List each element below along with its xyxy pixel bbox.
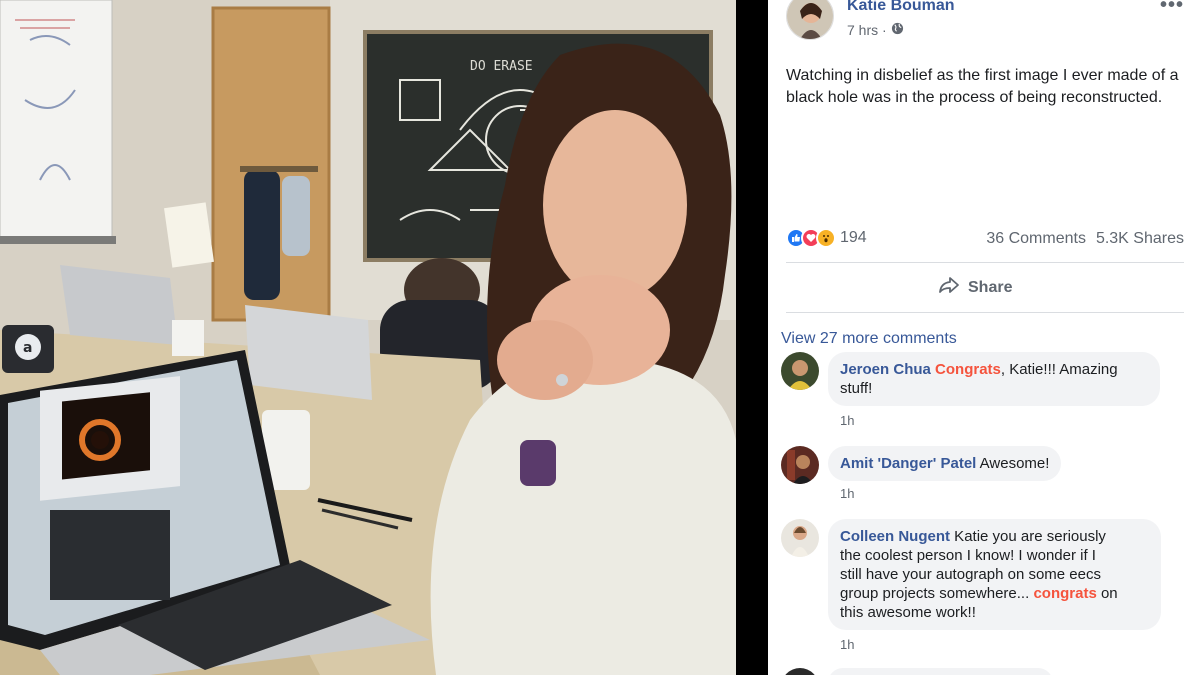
post-header: Katie Bouman 7 hrs · ••• (768, 0, 1200, 50)
shares-count[interactable]: 5.3K Shares (1096, 230, 1184, 248)
comment-text: , Katie!!! Amazing (1000, 361, 1118, 378)
commenter-avatar[interactable] (781, 668, 819, 675)
photo-illustration: DO ERASE R L a (0, 0, 736, 675)
share-label: Share (968, 278, 1013, 296)
laptop-sticker-text: a (23, 340, 32, 356)
post-time[interactable]: 7 hrs · (847, 22, 887, 38)
post-text: Watching in disbelief as the first image… (786, 67, 1179, 106)
comment-text-line3: still have your autograph on some eecs (840, 566, 1101, 583)
wow-icon (816, 228, 836, 248)
blackboard-text: DO ERASE (470, 59, 533, 74)
share-icon (938, 276, 960, 299)
commenter-name[interactable]: Amit 'Danger' Patel (840, 455, 976, 472)
comment-bubble (828, 668, 1053, 675)
more-options-button[interactable]: ••• (1160, 0, 1184, 17)
commenter-avatar[interactable] (781, 352, 819, 390)
comment-text: Awesome! (976, 455, 1050, 472)
comment-highlight: congrats (1033, 585, 1097, 602)
reactions-summary[interactable]: 194 (786, 228, 867, 248)
gutter (736, 0, 768, 675)
engagement-counts: 36 Comments 5.3K Shares (986, 230, 1184, 248)
commenter-name[interactable]: Colleen Nugent (840, 528, 950, 545)
comment-text-line2: the coolest person I know! I wonder if I (840, 547, 1096, 564)
comments-section: View 27 more comments Jeroen Chua Congra… (768, 316, 1200, 675)
share-button[interactable]: Share (938, 276, 1012, 299)
post-photo[interactable]: DO ERASE R L a (0, 0, 736, 675)
post-panel: Katie Bouman 7 hrs · ••• Watching in dis… (768, 0, 1200, 675)
commenter-avatar[interactable] (781, 446, 819, 484)
comment-text-line4-end: on (1096, 585, 1118, 602)
reaction-count: 194 (840, 229, 867, 246)
view-more-comments-link[interactable]: View 27 more comments (781, 330, 957, 348)
comment-bubble: Amit 'Danger' Patel Awesome! (828, 446, 1062, 481)
comment-text-line1: Katie you are seriously (950, 528, 1106, 545)
comment-time[interactable]: 1h (840, 637, 854, 652)
divider (786, 312, 1184, 313)
commenter-name[interactable]: Jeroen Chua (840, 361, 931, 378)
post-meta: 7 hrs · (847, 22, 904, 38)
comment-bubble: Colleen Nugent Katie you are seriously t… (828, 519, 1161, 630)
comment-text-line2: stuff! (840, 380, 873, 397)
commenter-avatar[interactable] (781, 519, 819, 557)
comment-time[interactable]: 1h (840, 413, 854, 428)
post-stats: 194 36 Comments 5.3K Shares (786, 226, 1184, 250)
comment-text-line5: this awesome work!! (840, 604, 976, 621)
author-avatar[interactable] (786, 0, 834, 40)
comment-highlight: Congrats (935, 361, 1001, 378)
comment-bubble: Jeroen Chua Congrats, Katie!!! Amazing s… (828, 352, 1160, 406)
divider (786, 262, 1184, 263)
author-name[interactable]: Katie Bouman (847, 0, 955, 15)
comments-count[interactable]: 36 Comments (986, 230, 1086, 248)
globe-icon[interactable] (891, 22, 904, 38)
comment-text-line4: group projects somewhere... (840, 585, 1034, 602)
comment-time[interactable]: 1h (840, 486, 854, 501)
